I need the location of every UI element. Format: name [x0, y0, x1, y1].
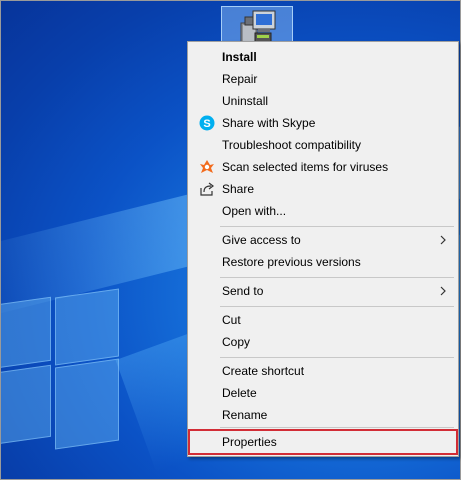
menu-separator — [220, 226, 454, 227]
menu-item-rename[interactable]: Rename — [188, 404, 458, 426]
menu-item-label: Restore previous versions — [222, 255, 361, 269]
menu-item-copy[interactable]: Copy — [188, 331, 458, 353]
menu-separator — [220, 427, 454, 428]
wallpaper-window-pane — [1, 296, 51, 370]
menu-separator — [220, 306, 454, 307]
menu-item-label: Troubleshoot compatibility — [222, 138, 361, 152]
menu-separator — [220, 357, 454, 358]
menu-item-label: Scan selected items for viruses — [222, 160, 389, 174]
menu-item-install[interactable]: Install — [188, 46, 458, 68]
menu-item-delete[interactable]: Delete — [188, 382, 458, 404]
properties-highlight-box — [188, 429, 458, 455]
menu-item-label: Create shortcut — [222, 364, 305, 378]
menu-item-label: Install — [222, 50, 257, 64]
wallpaper-window-pane — [55, 358, 119, 450]
menu-item-send-to[interactable]: Send to — [188, 280, 458, 302]
wallpaper-window-pane — [55, 288, 119, 366]
context-menu: Install Repair Uninstall S Share with Sk… — [187, 41, 459, 457]
skype-icon: S — [199, 115, 215, 131]
menu-item-open-with[interactable]: Open with... — [188, 200, 458, 222]
menu-item-label: Share with Skype — [222, 116, 316, 130]
menu-item-label: Repair — [222, 72, 258, 86]
menu-item-create-shortcut[interactable]: Create shortcut — [188, 360, 458, 382]
menu-item-scan-viruses[interactable]: Scan selected items for viruses — [188, 156, 458, 178]
avast-icon — [200, 160, 214, 173]
svg-text:S: S — [203, 118, 210, 130]
menu-item-label: Uninstall — [222, 94, 269, 108]
menu-item-share-with-skype[interactable]: S Share with Skype — [188, 112, 458, 134]
share-icon — [200, 182, 214, 196]
menu-item-label: Share — [222, 182, 255, 196]
menu-item-uninstall[interactable]: Uninstall — [188, 90, 458, 112]
menu-item-repair[interactable]: Repair — [188, 68, 458, 90]
menu-separator — [220, 277, 454, 278]
menu-item-cut[interactable]: Cut — [188, 309, 458, 331]
menu-item-label: Open with... — [222, 204, 287, 218]
chevron-right-icon — [440, 286, 446, 296]
menu-item-restore-previous-versions[interactable]: Restore previous versions — [188, 251, 458, 273]
menu-item-troubleshoot-compatibility[interactable]: Troubleshoot compatibility — [188, 134, 458, 156]
menu-item-label: Rename — [222, 408, 268, 422]
menu-item-share[interactable]: Share — [188, 178, 458, 200]
menu-item-label: Copy — [222, 335, 251, 349]
chevron-right-icon — [440, 235, 446, 245]
menu-item-label: Give access to — [222, 233, 301, 247]
menu-item-label: Cut — [222, 313, 241, 327]
menu-item-label: Delete — [222, 386, 257, 400]
menu-item-label: Send to — [222, 284, 264, 298]
wallpaper-window-pane — [1, 364, 51, 446]
menu-item-give-access-to[interactable]: Give access to — [188, 229, 458, 251]
